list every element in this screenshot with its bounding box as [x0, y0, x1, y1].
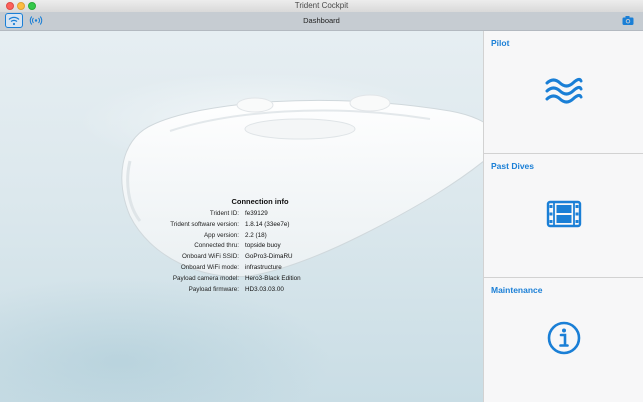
info-label: Onboard WiFi SSID:	[181, 253, 239, 261]
connection-info: Connection info Trident ID: fe39129 Tride…	[130, 197, 370, 295]
maintenance-panel[interactable]: Maintenance	[484, 278, 643, 402]
past-dives-panel[interactable]: Past Dives	[484, 154, 643, 278]
pilot-panel[interactable]: Pilot	[484, 31, 643, 154]
camera-icon	[622, 16, 634, 25]
info-label: Payload firmware:	[188, 285, 239, 293]
info-label: Connected thru:	[194, 242, 239, 250]
sidebar: Pilot Past Dives Maintenance	[483, 31, 643, 402]
dashboard-area: Connection info Trident ID: fe39129 Tride…	[0, 31, 483, 402]
info-row: Payload firmware: HD3.03.03.00	[130, 285, 370, 296]
info-row: Onboard WiFi mode: infrastructure	[130, 263, 370, 274]
info-value: GoPro3-DimaRU	[245, 253, 293, 261]
camera-button[interactable]	[620, 13, 638, 28]
info-label: Trident ID:	[209, 210, 239, 217]
info-label: App version:	[203, 231, 239, 239]
info-row: Connected thru: topside buoy	[130, 241, 370, 252]
info-icon	[547, 321, 581, 355]
past-dives-panel-title: Past Dives	[491, 161, 534, 171]
info-value: HD3.03.03.00	[245, 285, 284, 293]
info-row: Trident software version: 1.8.14 (33ee7e)	[130, 220, 370, 231]
window-title: Trident Cockpit	[294, 1, 349, 10]
info-value: fe39129	[245, 210, 268, 217]
info-label: Payload camera model:	[172, 274, 239, 282]
toolbar: Dashboard	[0, 12, 643, 31]
info-value: topside buoy	[245, 242, 281, 250]
info-value: 1.8.14 (33ee7e)	[245, 220, 290, 228]
film-icon	[546, 200, 582, 228]
info-row: Trident ID: fe39129	[130, 209, 370, 220]
info-value: 2.2 (18)	[245, 231, 267, 239]
info-value: Hero3-Black Edition	[245, 274, 301, 282]
info-label: Onboard WiFi mode:	[180, 263, 239, 271]
app-window: Trident Cockpit Dashboard Connection inf…	[0, 0, 643, 402]
info-label: Trident software version:	[170, 220, 239, 228]
toolbar-title: Dashboard	[303, 16, 340, 25]
maintenance-panel-title: Maintenance	[491, 285, 543, 295]
info-row: Onboard WiFi SSID: GoPro3-DimaRU	[130, 252, 370, 263]
info-row: Payload camera model: Hero3-Black Edition	[130, 274, 370, 285]
waves-icon	[545, 77, 583, 104]
info-value: infrastructure	[245, 263, 282, 271]
info-row: App version: 2.2 (18)	[130, 231, 370, 242]
connection-info-title: Connection info	[231, 197, 289, 206]
pilot-panel-title: Pilot	[491, 38, 510, 48]
